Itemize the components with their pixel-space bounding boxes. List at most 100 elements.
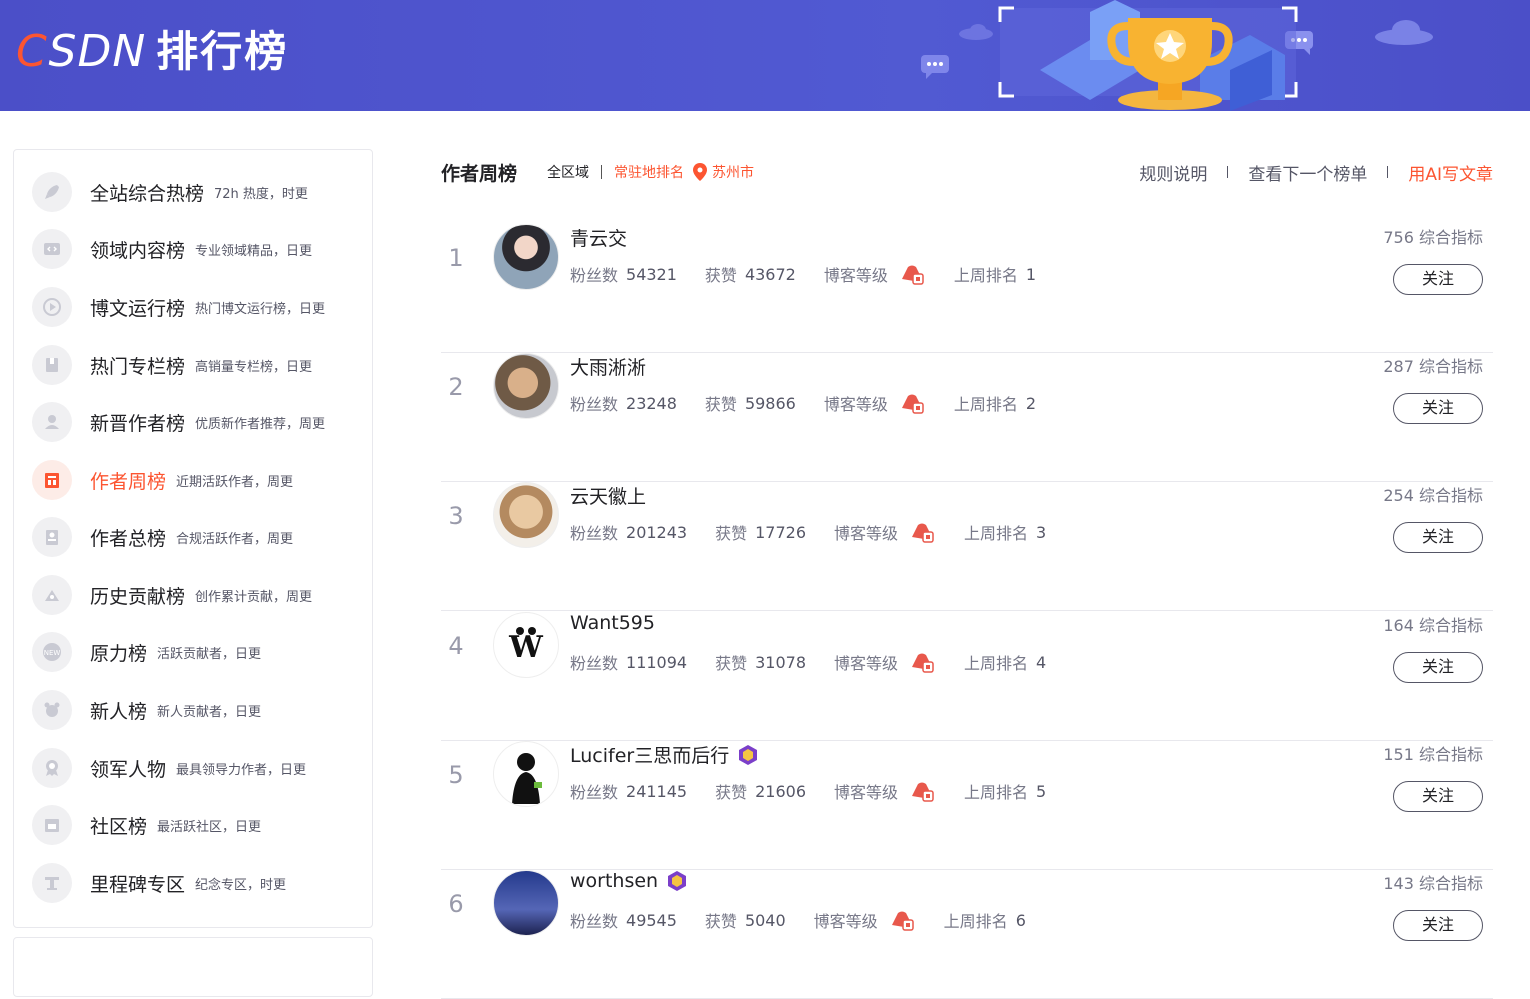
author-stats: 粉丝数 54321 获赞 43672 博客等级 上周排名 1 bbox=[570, 262, 1064, 286]
avatar[interactable] bbox=[493, 353, 559, 419]
avatar[interactable] bbox=[493, 224, 559, 290]
author-stats: 粉丝数 201243 获赞 17726 博客等级 上周排名 3 bbox=[570, 520, 1074, 544]
follow-button[interactable]: 关注 bbox=[1393, 910, 1483, 941]
ai-write-link[interactable]: 用AI写文章 bbox=[1408, 160, 1493, 185]
author-name-link[interactable]: 青云交 bbox=[570, 224, 627, 251]
sidebar-item-author-total[interactable]: 作者总榜 合规活跃作者，周更 bbox=[32, 516, 293, 558]
fans-count: 23248 bbox=[626, 393, 677, 413]
fans-label: 粉丝数 bbox=[570, 266, 619, 285]
sidebar-item-newcomer[interactable]: 新人榜 新人贡献者，日更 bbox=[32, 689, 261, 731]
rank-number: 3 bbox=[448, 502, 464, 530]
rank-number: 2 bbox=[448, 373, 464, 401]
sidebar-item-desc: 活跃贡献者，日更 bbox=[157, 646, 262, 662]
sidebar-item-desc: 最活跃社区，日更 bbox=[157, 819, 262, 835]
sidebar-item-desc: 纪念专区，时更 bbox=[195, 877, 287, 893]
blog-level-icon[interactable] bbox=[890, 909, 914, 931]
author-name: 云天徽上 bbox=[570, 486, 647, 508]
blog-level-icon[interactable] bbox=[910, 780, 934, 802]
sidebar-item-force[interactable]: NEW 原力榜 活跃贡献者，日更 bbox=[32, 631, 261, 673]
sidebar-item-desc: 专业领域精品，日更 bbox=[195, 243, 313, 259]
author-name: Want595 bbox=[570, 612, 655, 634]
author-name-link[interactable]: worthsen bbox=[570, 870, 688, 892]
fans-label: 粉丝数 bbox=[570, 524, 619, 543]
sidebar-item-domain[interactable]: 领域内容榜 专业领域精品，日更 bbox=[32, 228, 312, 270]
level-label: 博客等级 bbox=[834, 654, 899, 673]
author-stats: 粉丝数 111094 获赞 31078 博客等级 上周排名 4 bbox=[570, 650, 1074, 674]
calendar-icon bbox=[32, 460, 72, 500]
divider bbox=[1387, 166, 1389, 178]
sidebar-item-leader[interactable]: 领军人物 最具领导力作者，日更 bbox=[32, 747, 306, 789]
page-title: 排行榜 bbox=[156, 27, 289, 76]
fans-count: 111094 bbox=[626, 652, 688, 672]
sidebar-item-label: 博文运行榜 bbox=[90, 297, 186, 320]
city-selector[interactable]: 苏州市 bbox=[712, 162, 754, 182]
last-rank-value: 6 bbox=[1015, 910, 1026, 930]
likes-count: 59866 bbox=[744, 393, 796, 413]
users-icon bbox=[32, 517, 72, 557]
last-rank-label: 上周排名 bbox=[964, 654, 1029, 673]
sidebar-item-desc: 近期活跃作者，周更 bbox=[176, 474, 294, 490]
avatar[interactable]: W bbox=[493, 612, 559, 678]
author-name-link[interactable]: 云天徽上 bbox=[570, 482, 646, 509]
header-links: 规则说明 查看下一个榜单 用AI写文章 bbox=[1139, 158, 1493, 186]
avatar[interactable] bbox=[493, 870, 559, 936]
blog-level-icon[interactable] bbox=[910, 521, 934, 543]
author-name-link[interactable]: Want595 bbox=[570, 612, 655, 634]
blog-level-icon[interactable] bbox=[900, 392, 924, 414]
sidebar-item-label: 历史贡献榜 bbox=[90, 585, 186, 608]
newcomer-icon bbox=[32, 690, 72, 730]
next-list-link[interactable]: 查看下一个榜单 bbox=[1248, 160, 1367, 185]
fans-count: 54321 bbox=[626, 264, 677, 284]
play-icon bbox=[32, 287, 72, 327]
vip-badge-icon bbox=[739, 744, 758, 765]
sidebar-item-author-weekly[interactable]: 作者周榜 近期活跃作者，周更 bbox=[32, 459, 293, 501]
user-icon bbox=[32, 402, 72, 442]
rules-link[interactable]: 规则说明 bbox=[1139, 160, 1207, 185]
follow-button[interactable]: 关注 bbox=[1393, 264, 1483, 295]
author-name: 青云交 bbox=[570, 228, 628, 250]
fans-label: 粉丝数 bbox=[570, 783, 619, 802]
sidebar-item-community[interactable]: 社区榜 最活跃社区，日更 bbox=[32, 804, 261, 846]
follow-button[interactable]: 关注 bbox=[1393, 393, 1483, 424]
follow-button[interactable]: 关注 bbox=[1393, 522, 1483, 553]
location-pin-icon bbox=[693, 163, 708, 181]
site-logo[interactable]: CSDN 排行榜 bbox=[16, 28, 288, 76]
author-name-link[interactable]: Lucifer三思而后行 bbox=[570, 741, 759, 768]
sidebar-item-history[interactable]: 历史贡献榜 创作累计贡献，周更 bbox=[32, 574, 312, 616]
level-label: 博客等级 bbox=[823, 395, 888, 414]
sidebar-item-column[interactable]: 热门专栏榜 高销量专栏榜，日更 bbox=[32, 344, 312, 386]
author-name: worthsen bbox=[570, 870, 659, 892]
sidebar-item-desc: 优质新作者推荐，周更 bbox=[195, 416, 326, 432]
composite-score: 756 综合指标 bbox=[1383, 228, 1483, 247]
likes-count: 43672 bbox=[744, 264, 796, 284]
sidebar-item-site-hot[interactable]: 全站综合热榜 72h 热度，时更 bbox=[32, 171, 308, 213]
composite-score: 164 综合指标 bbox=[1383, 616, 1483, 635]
book-icon bbox=[32, 345, 72, 385]
region-filter[interactable]: 全区域 bbox=[547, 162, 589, 182]
sidebar-item-desc: 高销量专栏榜，日更 bbox=[195, 359, 313, 375]
composite-score: 254 综合指标 bbox=[1383, 486, 1483, 505]
avatar[interactable] bbox=[493, 482, 559, 548]
sidebar-item-desc: 创作累计贡献，周更 bbox=[195, 589, 313, 605]
sidebar-item-milestone[interactable]: 里程碑专区 纪念专区，时更 bbox=[32, 862, 286, 904]
fans-count: 49545 bbox=[626, 910, 677, 930]
author-name-link[interactable]: 大雨淅淅 bbox=[570, 353, 646, 380]
blog-level-icon[interactable] bbox=[910, 651, 934, 673]
likes-label: 获赞 bbox=[704, 912, 737, 931]
last-rank-value: 5 bbox=[1036, 781, 1047, 801]
author-row: 1 青云交 粉丝数 54321 获赞 43672 博客等级 上周排名 1 756… bbox=[441, 224, 1493, 353]
ranking-sidebar: 全站综合热榜 72h 热度，时更 领域内容榜 专业领域精品，日更 博文运行榜 热… bbox=[13, 149, 373, 928]
sidebar-item-blog-run[interactable]: 博文运行榜 热门博文运行榜，日更 bbox=[32, 286, 325, 328]
follow-button[interactable]: 关注 bbox=[1393, 781, 1483, 812]
blog-level-icon[interactable] bbox=[900, 263, 924, 285]
sidebar-item-new-author[interactable]: 新晋作者榜 优质新作者推荐，周更 bbox=[32, 401, 325, 443]
follow-button[interactable]: 关注 bbox=[1393, 652, 1483, 683]
rank-number: 4 bbox=[448, 632, 464, 660]
resident-rank-filter[interactable]: 常驻地排名 bbox=[614, 162, 684, 182]
level-label: 博客等级 bbox=[813, 912, 878, 931]
sidebar-item-label: 作者周榜 bbox=[90, 470, 167, 493]
likes-count: 5040 bbox=[744, 910, 786, 930]
svg-text:W: W bbox=[508, 630, 544, 665]
divider bbox=[601, 165, 603, 179]
avatar[interactable] bbox=[493, 741, 559, 807]
